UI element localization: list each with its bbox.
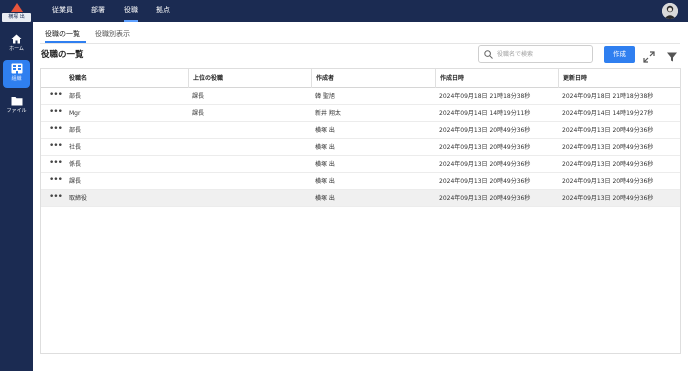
more-horizontal-icon[interactable]: ••• (49, 88, 63, 105)
expand-icon (643, 51, 655, 63)
cell-creator: 新井 翔太 (315, 110, 341, 117)
cell-name: 部長 (69, 93, 82, 100)
cell-updated: 2024年09月13日 20時49分36秒 (562, 195, 654, 202)
cell-created: 2024年09月13日 20時49分36秒 (439, 127, 531, 134)
tab-locations[interactable]: 拠点 (156, 0, 170, 22)
cell-parent (192, 139, 310, 156)
column-header-name[interactable]: 役職名 (69, 69, 187, 88)
cell-created: 2024年09月18日 21時18分38秒 (439, 93, 531, 100)
more-horizontal-icon[interactable]: ••• (49, 190, 63, 207)
cell-updated: 2024年09月13日 20時49分36秒 (562, 144, 654, 151)
left-sidebar: 横塚 出 ホーム 組織 ファイル (0, 0, 33, 371)
cell-updated: 2024年09月13日 20時49分36秒 (562, 178, 654, 185)
cell-created: 2024年09月13日 20時49分36秒 (439, 178, 531, 185)
folder-icon (11, 97, 22, 106)
column-header-creator[interactable]: 作成者 (311, 69, 433, 88)
top-navigation-bar: 従業員 部署 役職 拠点 (33, 0, 688, 22)
cell-updated: 2024年09月14日 14時19分27秒 (562, 110, 654, 117)
cell-name: Mgr (69, 110, 81, 117)
filter-icon (667, 52, 677, 62)
column-header-parent[interactable]: 上位の役職 (188, 69, 310, 88)
cell-created: 2024年09月13日 20時49分36秒 (439, 195, 531, 202)
table-header-row: 役職名 上位の役職 作成者 作成日時 更新日時 (41, 69, 680, 88)
org-icon (11, 63, 22, 74)
search-icon (484, 50, 493, 59)
brand-mark-icon (11, 3, 23, 12)
tab-positions[interactable]: 役職 (124, 0, 138, 22)
column-header-created[interactable]: 作成日時 (435, 69, 557, 88)
sidebar-item-home[interactable]: ホーム (3, 31, 30, 59)
positions-table: 役職名 上位の役職 作成者 作成日時 更新日時 ••• 部長 課長 韓 聖旭 2… (40, 68, 681, 354)
cell-creator: 韓 聖旭 (315, 93, 335, 100)
search-box[interactable] (478, 45, 593, 63)
cell-parent: 課長 (192, 110, 205, 117)
cell-creator: 横塚 出 (315, 195, 335, 202)
cell-creator: 横塚 出 (315, 144, 335, 151)
sidebar-item-label: 組織 (11, 76, 22, 82)
more-horizontal-icon[interactable]: ••• (49, 173, 63, 190)
cell-name: 社長 (69, 144, 82, 151)
sidebar-item-files[interactable]: ファイル (3, 93, 30, 121)
cell-parent: 課長 (192, 93, 205, 100)
subtab-position-list[interactable]: 役職の一覧 (45, 27, 86, 43)
cell-name: 取締役 (69, 195, 88, 202)
cell-name: 係長 (69, 161, 82, 168)
more-horizontal-icon[interactable]: ••• (49, 122, 63, 139)
column-header-updated[interactable]: 更新日時 (558, 69, 678, 88)
cell-created: 2024年09月13日 20時49分36秒 (439, 144, 531, 151)
table-row[interactable]: ••• Mgr 課長 新井 翔太 2024年09月14日 14時19分11秒 2… (41, 105, 680, 122)
cell-creator: 横塚 出 (315, 161, 335, 168)
cell-created: 2024年09月14日 14時19分11秒 (439, 110, 531, 117)
subtab-divider (40, 43, 680, 44)
cell-parent (192, 173, 310, 190)
more-horizontal-icon[interactable]: ••• (49, 156, 63, 173)
subtab-position-view[interactable]: 役職別表示 (95, 27, 130, 43)
home-icon (11, 34, 22, 44)
cell-creator: 横塚 出 (315, 127, 335, 134)
more-horizontal-icon[interactable]: ••• (49, 139, 63, 156)
page-title: 役職の一覧 (41, 50, 84, 60)
expand-button[interactable] (643, 48, 655, 63)
cell-parent (192, 156, 310, 173)
cell-name: 課長 (69, 178, 82, 185)
cell-name: 部長 (69, 127, 82, 134)
table-row[interactable]: ••• 部長 横塚 出 2024年09月13日 20時49分36秒 2024年0… (41, 122, 680, 139)
user-avatar-image-icon (662, 3, 678, 19)
brand-user-label: 横塚 出 (2, 13, 31, 22)
sidebar-item-label: ホーム (9, 46, 24, 52)
tab-employees[interactable]: 従業員 (52, 0, 73, 22)
brand-logo[interactable]: 横塚 出 (2, 3, 31, 22)
filter-button[interactable] (666, 48, 678, 62)
tab-departments[interactable]: 部署 (91, 0, 105, 22)
sidebar-item-label: ファイル (6, 108, 27, 114)
more-horizontal-icon[interactable]: ••• (49, 105, 63, 122)
cell-updated: 2024年09月18日 21時18分38秒 (562, 93, 654, 100)
cell-parent (192, 190, 310, 207)
search-input[interactable] (497, 48, 589, 60)
cell-created: 2024年09月13日 20時49分36秒 (439, 161, 531, 168)
table-row[interactable]: ••• 社長 横塚 出 2024年09月13日 20時49分36秒 2024年0… (41, 139, 680, 156)
cell-parent (192, 122, 310, 139)
cell-creator: 横塚 出 (315, 178, 335, 185)
table-row[interactable]: ••• 取締役 横塚 出 2024年09月13日 20時49分36秒 2024年… (41, 190, 680, 207)
cell-updated: 2024年09月13日 20時49分36秒 (562, 127, 654, 134)
sidebar-item-org[interactable]: 組織 (3, 60, 30, 88)
create-button[interactable]: 作成 (604, 46, 635, 63)
table-row[interactable]: ••• 課長 横塚 出 2024年09月13日 20時49分36秒 2024年0… (41, 173, 680, 190)
user-avatar[interactable] (662, 3, 678, 19)
table-row[interactable]: ••• 部長 課長 韓 聖旭 2024年09月18日 21時18分38秒 202… (41, 88, 680, 105)
table-row[interactable]: ••• 係長 横塚 出 2024年09月13日 20時49分36秒 2024年0… (41, 156, 680, 173)
cell-updated: 2024年09月13日 20時49分36秒 (562, 161, 654, 168)
